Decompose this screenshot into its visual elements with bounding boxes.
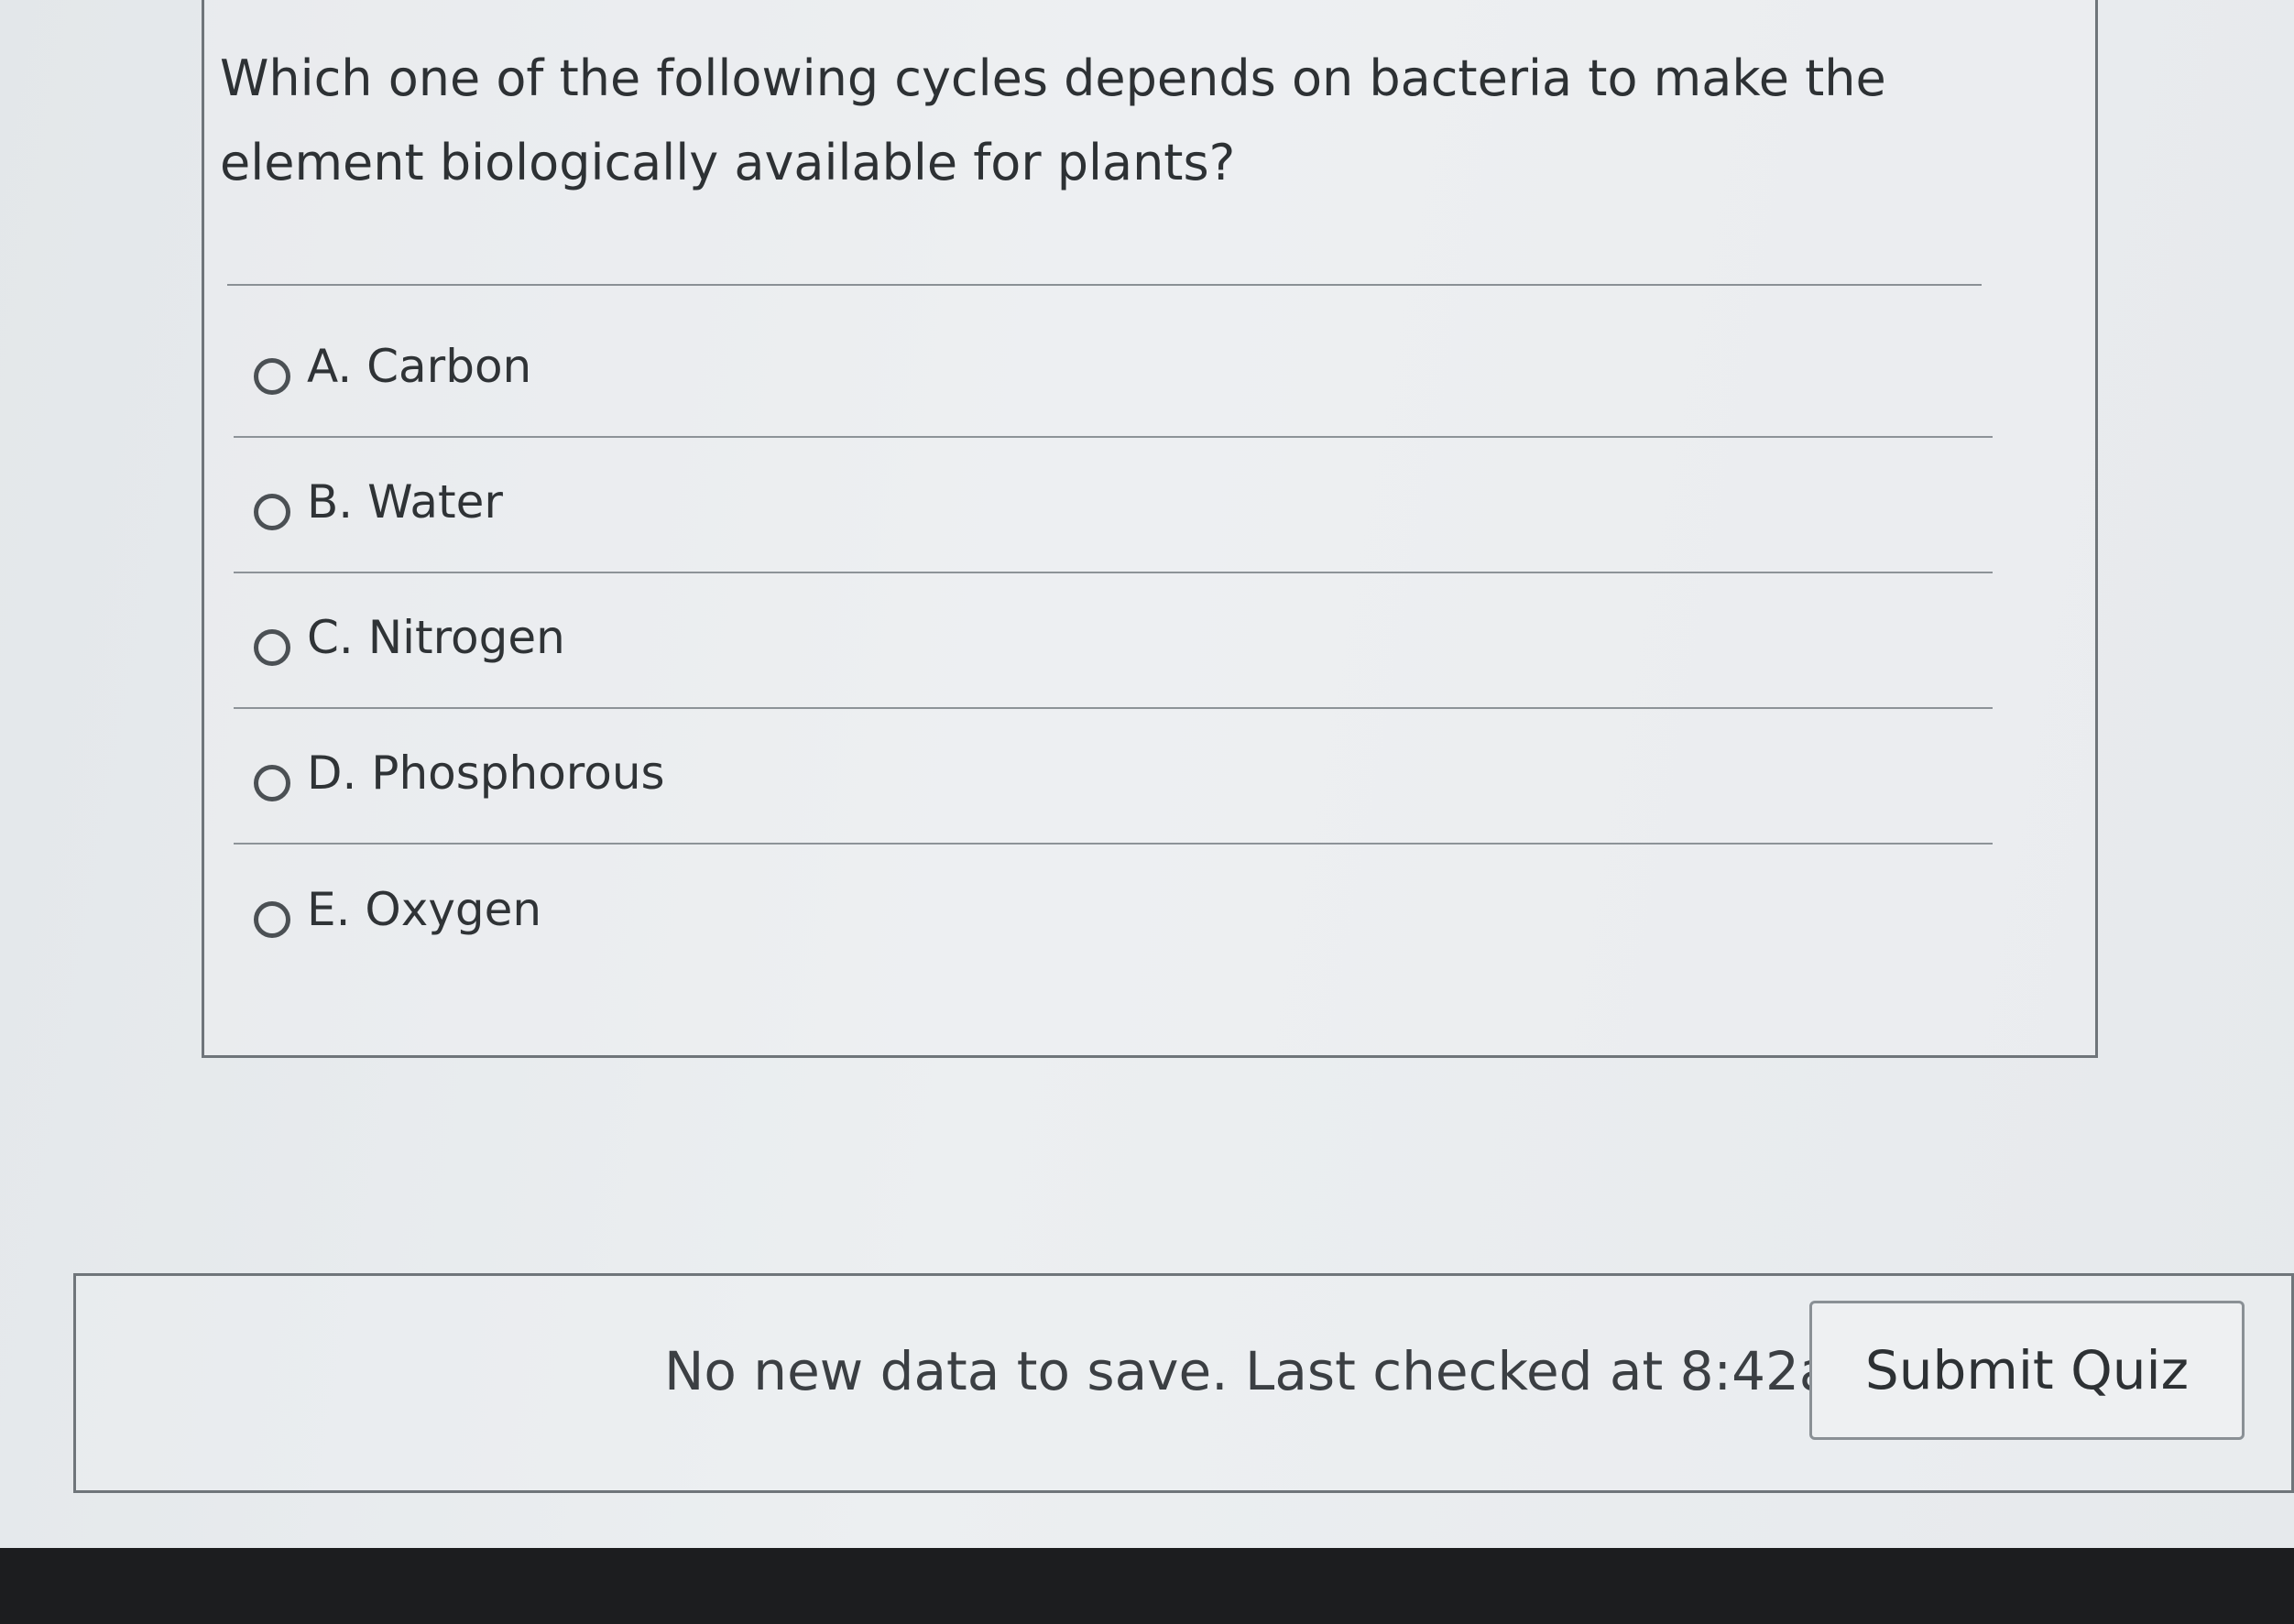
submit-quiz-button[interactable]: Submit Quiz (1809, 1301, 2245, 1440)
answer-label: D. Phosphorous (307, 747, 665, 800)
radio-button-icon[interactable] (254, 494, 290, 530)
answer-option-c[interactable]: C. Nitrogen (234, 573, 1993, 709)
answer-option-a[interactable]: A. Carbon (234, 302, 1993, 438)
answer-option-b[interactable]: B. Water (234, 438, 1993, 573)
answer-list: A. Carbon B. Water C. Nitrogen D. Phosph… (234, 302, 1993, 980)
answer-label: E. Oxygen (307, 883, 542, 936)
radio-button-icon[interactable] (254, 358, 290, 395)
question-text: Which one of the following cycles depend… (220, 49, 1886, 191)
quiz-page: Which one of the following cycles depend… (0, 0, 2294, 1624)
question-divider (227, 284, 1982, 286)
save-status-text: No new data to save. Last checked at 8:4… (664, 1340, 1884, 1402)
radio-button-icon[interactable] (254, 901, 290, 938)
answer-label: C. Nitrogen (307, 611, 565, 664)
radio-button-icon[interactable] (254, 765, 290, 801)
answer-option-e[interactable]: E. Oxygen (234, 845, 1993, 980)
radio-button-icon[interactable] (254, 629, 290, 666)
answer-label: A. Carbon (307, 340, 532, 393)
screen-bezel (0, 1548, 2294, 1624)
answer-option-d[interactable]: D. Phosphorous (234, 709, 1993, 845)
answer-label: B. Water (307, 475, 503, 529)
